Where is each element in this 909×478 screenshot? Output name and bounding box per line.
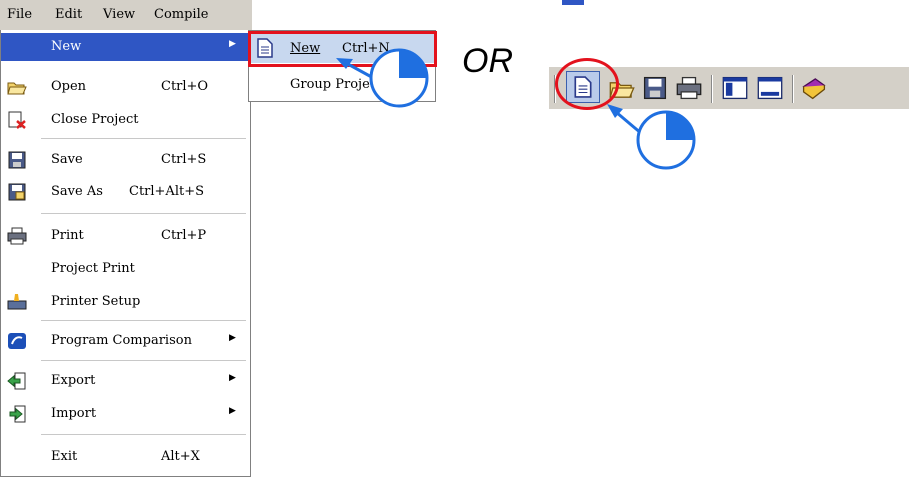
floppy-disk-icon[interactable]	[642, 76, 668, 100]
menu-item-label: New	[51, 39, 82, 54]
menu-item-label: Close Project	[51, 112, 139, 127]
menu-divider	[41, 360, 246, 361]
menu-item-export[interactable]: Export ▶	[1, 367, 250, 395]
menu-item-label: Import	[51, 406, 97, 421]
close-project-icon	[8, 111, 26, 129]
file-menu: New ▶ Open Ctrl+O Close Project Save Ctr…	[0, 30, 251, 477]
menubar: File Edit View Compile	[0, 0, 252, 30]
menu-item-save-as[interactable]: Save As Ctrl+Alt+S	[1, 178, 250, 206]
menu-item-label: Save As	[51, 184, 103, 199]
menu-divider	[41, 213, 246, 214]
menu-item-shortcut: Ctrl+Alt+S	[129, 184, 205, 199]
menu-item-label: Export	[51, 373, 96, 388]
submenu-item-label: Group Project	[290, 77, 383, 92]
toolbar-separator	[792, 75, 794, 103]
menu-file[interactable]: File	[7, 7, 32, 22]
menu-item-label: Print	[51, 228, 84, 243]
printer-icon	[7, 227, 27, 245]
top-marker	[562, 0, 584, 5]
submenu-arrow-icon: ▶	[229, 333, 236, 343]
menu-item-printer-setup[interactable]: Printer Setup	[1, 288, 250, 316]
menu-divider	[41, 138, 246, 139]
open-folder-icon	[7, 82, 27, 95]
menu-view[interactable]: View	[103, 7, 135, 22]
pie-indicator-icon	[636, 110, 696, 170]
help-book-icon[interactable]	[801, 76, 827, 100]
menu-item-shortcut: Ctrl+P	[161, 228, 207, 243]
menu-item-label: Printer Setup	[51, 294, 141, 309]
panel-icon[interactable]	[722, 76, 748, 100]
menu-edit[interactable]: Edit	[55, 7, 82, 22]
menu-item-shortcut: Alt+X	[161, 449, 200, 464]
menu-item-new[interactable]: New ▶	[1, 33, 250, 61]
annotation-circle	[555, 58, 619, 110]
menu-divider	[41, 434, 246, 435]
menu-item-exit[interactable]: Exit Alt+X	[1, 443, 250, 471]
submenu-arrow-icon: ▶	[229, 406, 236, 416]
toolbar-separator	[711, 75, 713, 103]
or-label: OR	[462, 42, 513, 80]
printer-icon[interactable]	[676, 76, 702, 100]
menu-item-label: Project Print	[51, 261, 135, 276]
menu-item-program-comparison[interactable]: Program Comparison ▶	[1, 327, 250, 355]
export-icon	[7, 372, 26, 390]
printer-setup-icon	[7, 294, 27, 310]
menu-item-print[interactable]: Print Ctrl+P	[1, 222, 250, 250]
menu-item-label: Save	[51, 152, 83, 167]
menu-item-close-project[interactable]: Close Project	[1, 106, 250, 134]
menu-item-project-print[interactable]: Project Print	[1, 255, 250, 283]
save-as-icon	[8, 183, 26, 201]
menu-compile[interactable]: Compile	[154, 7, 208, 22]
menu-item-label: Program Comparison	[51, 333, 192, 348]
submenu-arrow-icon: ▶	[229, 373, 236, 383]
annotation-highlight-box	[248, 31, 437, 67]
menu-item-label: Open	[51, 79, 87, 94]
submenu-arrow-icon: ▶	[229, 39, 236, 49]
menu-item-import[interactable]: Import ▶	[1, 400, 250, 428]
menu-divider	[41, 320, 246, 321]
submenu-item-group-project[interactable]: Group Project	[250, 69, 434, 97]
menu-item-label: Exit	[51, 449, 78, 464]
menu-item-shortcut: Ctrl+O	[161, 79, 209, 94]
compare-icon	[8, 333, 26, 349]
menu-item-open[interactable]: Open Ctrl+O	[1, 73, 250, 101]
menu-item-shortcut: Ctrl+S	[161, 152, 207, 167]
import-icon	[9, 405, 26, 423]
window-icon[interactable]	[757, 76, 783, 100]
menu-item-save[interactable]: Save Ctrl+S	[1, 146, 250, 174]
floppy-disk-icon	[8, 151, 26, 169]
